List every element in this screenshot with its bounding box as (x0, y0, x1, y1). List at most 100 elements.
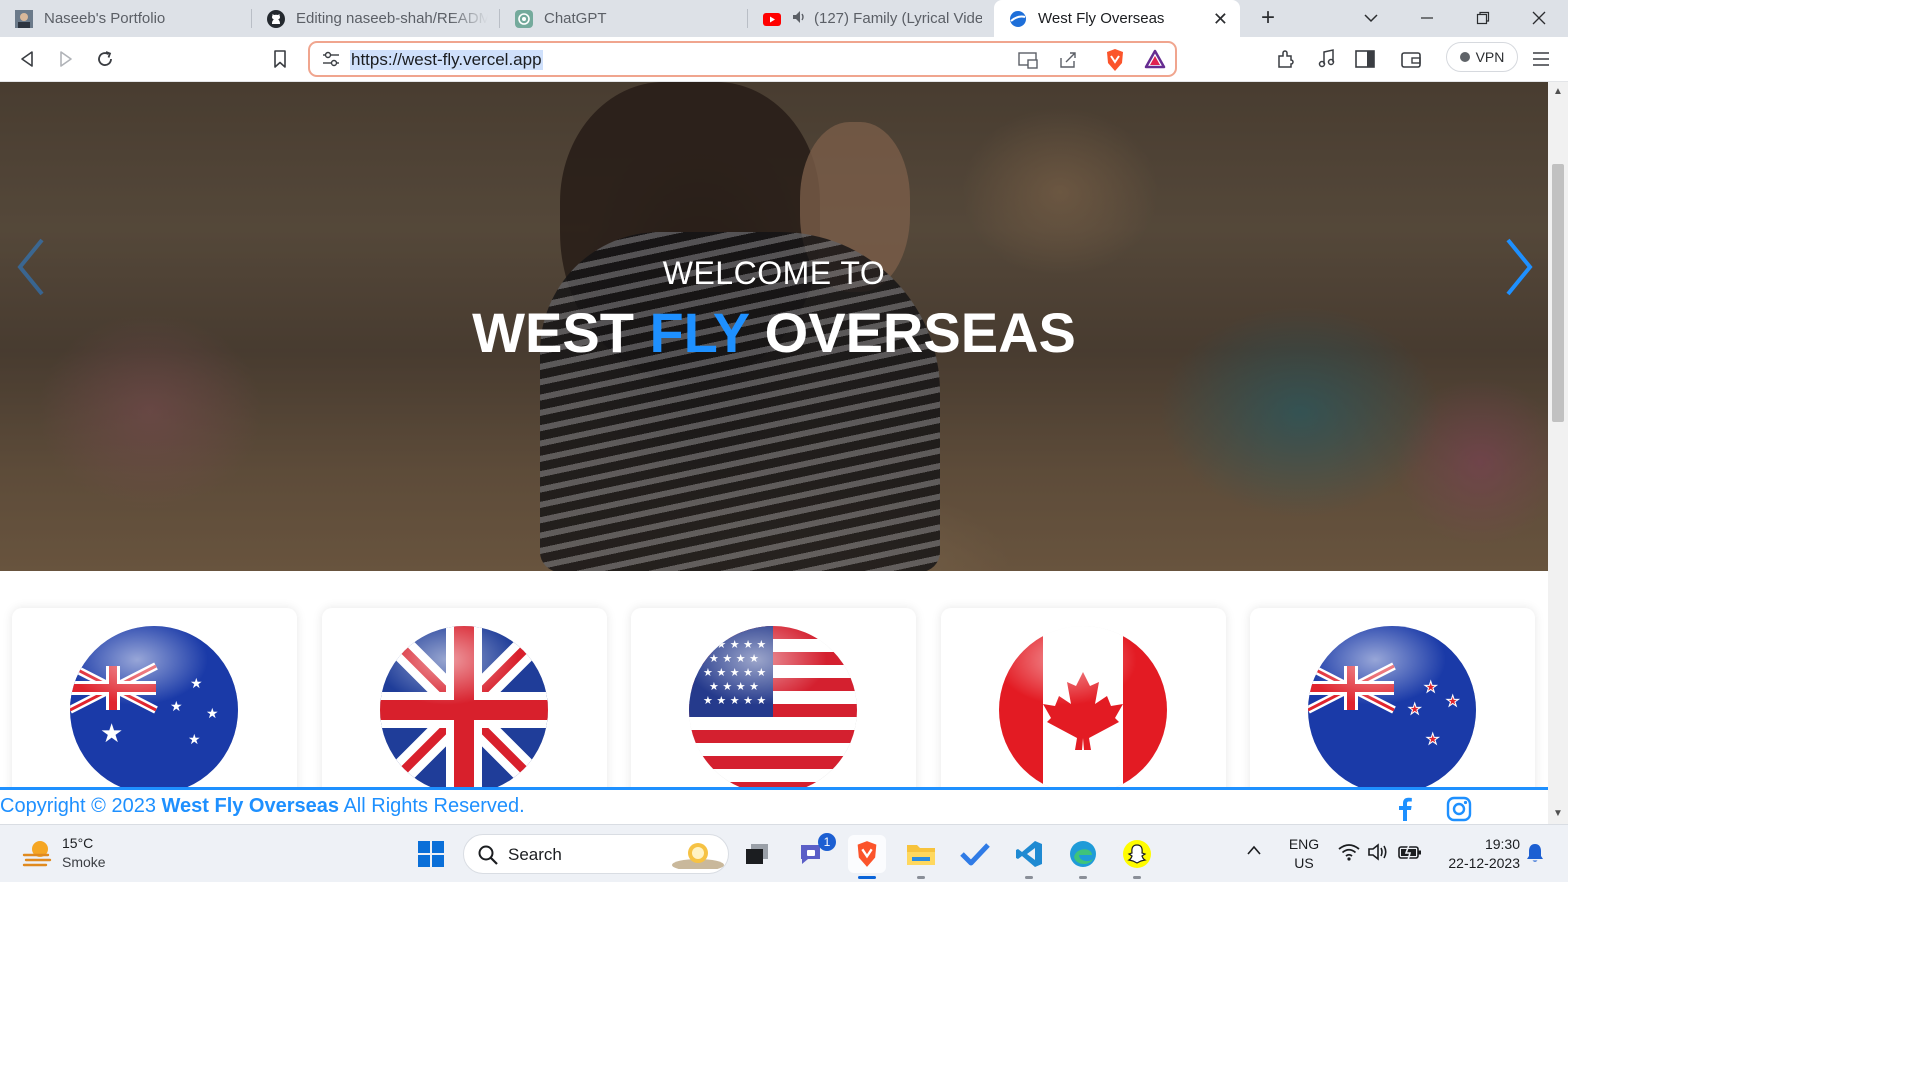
site-settings-icon[interactable] (322, 51, 340, 72)
svg-text:★: ★ (100, 719, 123, 749)
clock-date: 22-12-2023 (1448, 855, 1520, 871)
battery-icon[interactable] (1398, 843, 1422, 866)
tab-naseebs-portfolio[interactable]: Naseeb's Portfolio (0, 0, 252, 37)
tab-search-chevron-icon[interactable] (1360, 6, 1382, 30)
taskbar-search[interactable]: Search (463, 834, 729, 874)
start-button[interactable] (412, 835, 450, 873)
show-hidden-icons-chevron-icon[interactable] (1246, 843, 1262, 861)
weather-widget[interactable]: 15°C Smoke (20, 833, 140, 875)
instagram-icon[interactable] (1446, 796, 1472, 822)
copyright-text: Copyright © 2023 West Fly Overseas All R… (0, 795, 525, 818)
tab-github-readme[interactable]: Editing naseeb-shah/README.m (252, 0, 500, 37)
bookmark-icon[interactable] (267, 46, 293, 72)
search-highlight-icon (670, 839, 726, 874)
task-view-button[interactable] (738, 835, 776, 873)
sidebar-icon[interactable] (1352, 46, 1378, 72)
reload-icon[interactable] (92, 46, 118, 72)
hero-banner: WELCOME TO WEST FLY OVERSEAS (0, 82, 1548, 571)
cast-icon[interactable] (1018, 51, 1038, 74)
url-text[interactable]: https://west-fly.vercel.app (350, 50, 543, 70)
youtube-icon (762, 9, 782, 29)
github-icon (266, 9, 286, 29)
scroll-up-icon[interactable]: ▲ (1553, 86, 1563, 97)
australia-flag-icon: ★ ★ ★ ★ ★ (70, 626, 238, 794)
brave-browser-button[interactable] (848, 835, 886, 879)
running-indicator (1025, 876, 1033, 879)
weather-temp: 15°C (62, 835, 94, 851)
brave-shields-icon[interactable] (1104, 48, 1126, 77)
snapchat-icon (1123, 840, 1151, 868)
windows-logo-icon (418, 841, 444, 867)
brave-icon (857, 841, 877, 867)
tab-title: West Fly Overseas (1038, 10, 1165, 27)
tab-youtube-family[interactable]: (127) Family (Lyrical Video) (748, 0, 994, 37)
back-icon[interactable] (14, 46, 40, 72)
scrollbar-thumb[interactable] (1552, 164, 1564, 422)
forward-icon[interactable] (53, 46, 79, 72)
language-code: ENG (1288, 836, 1320, 852)
web-page: WELCOME TO WEST FLY OVERSEAS ★ ★ ★ ★ ★ ★… (0, 82, 1548, 824)
svg-text:★ ★ ★ ★: ★ ★ ★ ★ (709, 680, 759, 693)
chatgpt-icon (514, 9, 534, 29)
close-window-icon[interactable] (1528, 6, 1550, 30)
brave-rewards-icon[interactable] (1144, 49, 1166, 74)
running-indicator (1133, 876, 1141, 879)
site-footer: Copyright © 2023 West Fly Overseas All R… (0, 787, 1548, 824)
wifi-icon[interactable] (1338, 843, 1360, 866)
browser-toolbar: https://west-fly.vercel.app VPN (0, 37, 1568, 82)
clock-time: 19:30 (1484, 836, 1520, 852)
svg-text:★: ★ (1424, 678, 1437, 696)
copyright-suffix: All Rights Reserved. (343, 795, 525, 817)
search-icon (478, 845, 498, 870)
svg-text:★: ★ (170, 699, 183, 715)
facebook-icon[interactable] (1392, 796, 1418, 822)
canada-flag-icon (999, 626, 1167, 794)
copyright-brand[interactable]: West Fly Overseas (162, 795, 340, 817)
close-tab-icon[interactable]: ✕ (1213, 9, 1228, 30)
search-label: Search (508, 845, 562, 864)
vpn-status-icon (1459, 52, 1470, 62)
notification-bell-icon[interactable] (1526, 843, 1544, 868)
brand-accent: FLY (649, 301, 750, 364)
extensions-icon[interactable] (1273, 46, 1299, 72)
svg-text:★ ★ ★ ★ ★: ★ ★ ★ ★ ★ (703, 694, 766, 707)
running-indicator (917, 876, 925, 879)
file-explorer-button[interactable] (902, 835, 940, 879)
weather-haze-icon (22, 839, 54, 872)
page-scrollbar[interactable]: ▲ ▼ (1548, 82, 1568, 824)
minimize-icon[interactable] (1416, 6, 1438, 30)
todo-button[interactable] (956, 835, 994, 873)
language-indicator[interactable]: ENG US (1284, 835, 1324, 873)
tab-west-fly-overseas[interactable]: West Fly Overseas ✕ (994, 0, 1240, 37)
folder-icon (907, 845, 935, 865)
tab-title: Naseeb's Portfolio (44, 10, 166, 27)
chat-badge: 1 (818, 833, 836, 851)
portrait-icon (14, 9, 34, 29)
country-cards: ★ ★ ★ ★ ★ ★ ★ ★ ★ ★ ★ ★ ★ ★ ★ ★ ★ ★ ★ ★ … (0, 608, 1548, 824)
clock[interactable]: 19:30 22-12-2023 (1434, 835, 1520, 873)
brand-part-1: WEST (472, 301, 634, 364)
svg-text:★: ★ (1426, 730, 1439, 748)
uk-flag-icon (380, 626, 548, 794)
vpn-button[interactable]: VPN (1446, 42, 1518, 72)
edge-button[interactable] (1064, 835, 1102, 879)
vscode-button[interactable] (1010, 835, 1048, 879)
carousel-prev-icon[interactable] (12, 232, 52, 302)
address-bar[interactable]: https://west-fly.vercel.app (308, 41, 1177, 77)
share-icon[interactable] (1058, 50, 1078, 75)
teams-chat-button[interactable]: 1 (794, 833, 836, 873)
menu-icon[interactable] (1528, 46, 1554, 72)
vscode-icon (1016, 841, 1042, 867)
scroll-down-icon[interactable]: ▼ (1553, 808, 1563, 819)
snapchat-button[interactable] (1118, 835, 1156, 879)
carousel-next-icon[interactable] (1500, 232, 1540, 302)
new-tab-button[interactable]: + (1255, 4, 1281, 31)
svg-text:★: ★ (188, 732, 201, 748)
volume-icon[interactable] (1368, 843, 1390, 866)
tab-chatgpt[interactable]: ChatGPT (500, 0, 748, 37)
speaker-icon[interactable] (792, 10, 806, 28)
wallet-icon[interactable] (1398, 46, 1424, 72)
hero-welcome: WELCOME TO (662, 255, 886, 291)
restore-icon[interactable] (1472, 6, 1494, 30)
media-music-icon[interactable] (1313, 46, 1339, 72)
